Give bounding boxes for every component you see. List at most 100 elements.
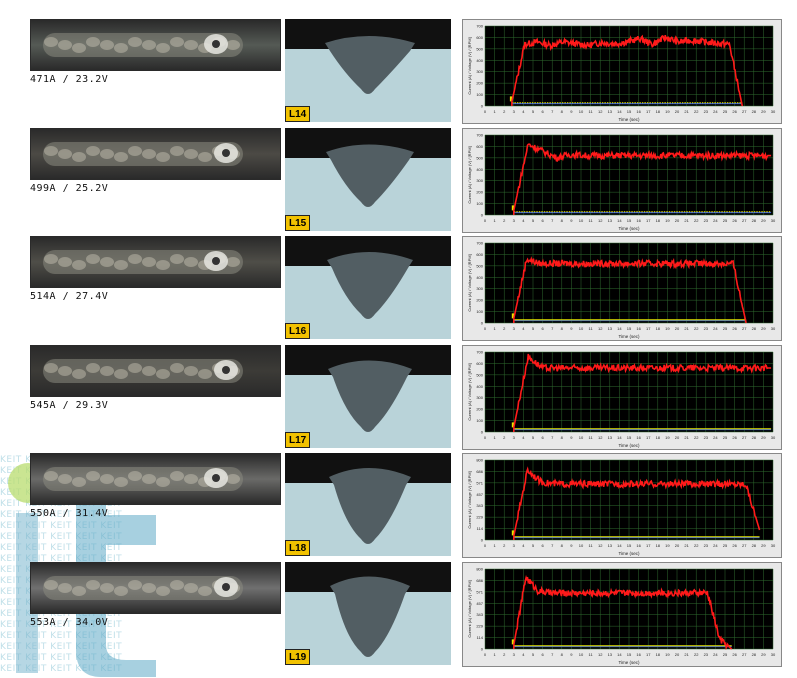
- x-tick-label: 17: [646, 326, 651, 331]
- x-axis-label: Time (sec): [618, 117, 640, 122]
- x-tick-label: 10: [579, 652, 584, 657]
- x-tick-label: 5: [532, 218, 535, 223]
- x-tick-label: 18: [656, 652, 661, 657]
- x-tick-label: 7: [551, 652, 554, 657]
- weld-macro-section: L19: [285, 562, 451, 665]
- x-tick-label: 3: [513, 652, 516, 657]
- x-tick-label: 3: [513, 218, 516, 223]
- x-tick-label: 4: [522, 326, 525, 331]
- x-tick-label: 8: [561, 109, 564, 114]
- x-axis-label: Time (sec): [618, 551, 640, 556]
- x-tick-label: 30: [771, 326, 776, 331]
- x-tick-label: 9: [570, 326, 573, 331]
- weld-parameters-caption: 499A / 25.2V: [30, 183, 109, 194]
- x-tick-label: 2: [503, 652, 506, 657]
- weld-macro-section: L17: [285, 345, 451, 448]
- y-tick-label: 400: [476, 167, 483, 172]
- x-tick-label: 18: [656, 435, 661, 440]
- y-tick-label: 600: [476, 361, 483, 366]
- x-tick-label: 24: [713, 218, 718, 223]
- x-axis-label: Time (sec): [618, 443, 640, 448]
- x-tick-label: 21: [684, 652, 689, 657]
- x-tick-label: 13: [608, 652, 613, 657]
- x-tick-label: 21: [684, 435, 689, 440]
- x-tick-label: 2: [503, 435, 506, 440]
- x-tick-label: 24: [713, 109, 718, 114]
- y-tick-label: 300: [476, 178, 483, 183]
- x-tick-label: 11: [589, 652, 594, 657]
- y-tick-label: 229: [476, 624, 483, 629]
- weld-row: 550A / 31.4V L18 0 1 2 3 4 5 6 7 8 9 10 11 12 13 14 15 16 1…: [0, 453, 797, 561]
- x-tick-label: 9: [570, 218, 573, 223]
- x-tick-label: 27: [742, 543, 747, 548]
- current-voltage-chart: 0 1 2 3 4 5 6 7 8 9 10 11 12 13 14 15 16 17 18 19 20 21 22 23 24…: [462, 128, 782, 233]
- x-tick-label: 26: [732, 218, 737, 223]
- x-axis-label: Time (sec): [618, 226, 640, 231]
- y-tick-label: 114: [477, 526, 484, 531]
- x-tick-label: 26: [732, 109, 737, 114]
- x-tick-label: 16: [636, 109, 641, 114]
- x-tick-label: 17: [646, 652, 651, 657]
- x-tick-label: 9: [570, 435, 573, 440]
- x-tick-label: 27: [742, 109, 747, 114]
- x-tick-label: 7: [551, 543, 554, 548]
- x-tick-label: 29: [761, 326, 766, 331]
- y-tick-label: 571: [476, 589, 483, 594]
- weld-row: 553A / 34.0V L19 0 1 2 3 4 5 6 7 8 9 10 11 12 13 14 15 16 1…: [0, 562, 797, 670]
- x-tick-label: 27: [742, 435, 747, 440]
- y-tick-label: 400: [476, 384, 483, 389]
- specimen-label: L17: [285, 432, 311, 448]
- x-tick-label: 8: [561, 218, 564, 223]
- x-tick-label: 6: [541, 218, 544, 223]
- x-tick-label: 7: [551, 109, 554, 114]
- x-tick-label: 12: [598, 435, 603, 440]
- y-tick-label: 700: [476, 241, 483, 246]
- weld-row: 499A / 25.2V L15 0 1 2 3 4 5 6 7 8 9 10 11 12 13 14 15 16 1…: [0, 128, 797, 236]
- x-tick-label: 12: [598, 326, 603, 331]
- x-tick-label: 10: [579, 326, 584, 331]
- x-tick-label: 19: [665, 218, 670, 223]
- x-tick-label: 30: [771, 435, 776, 440]
- y-tick-label: 100: [476, 201, 483, 206]
- x-tick-label: 16: [636, 543, 641, 548]
- x-tick-label: 12: [598, 543, 603, 548]
- y-tick-label: 700: [476, 133, 483, 138]
- x-tick-label: 22: [694, 652, 699, 657]
- x-tick-label: 29: [761, 652, 766, 657]
- x-tick-label: 12: [598, 109, 603, 114]
- x-tick-label: 23: [704, 218, 709, 223]
- x-tick-label: 17: [646, 543, 651, 548]
- weld-parameters-caption: 514A / 27.4V: [30, 291, 109, 302]
- x-tick-label: 16: [636, 652, 641, 657]
- x-tick-label: 22: [694, 435, 699, 440]
- x-tick-label: 15: [627, 218, 632, 223]
- x-tick-label: 8: [561, 326, 564, 331]
- weld-parameters-caption: 545A / 29.3V: [30, 400, 109, 411]
- x-tick-label: 24: [713, 543, 718, 548]
- x-tick-label: 11: [589, 543, 594, 548]
- x-tick-label: 16: [636, 435, 641, 440]
- y-tick-label: 200: [476, 298, 483, 303]
- weld-parameters-caption: 550A / 31.4V: [30, 508, 109, 519]
- x-tick-label: 21: [684, 218, 689, 223]
- weld-parameters-caption: 553A / 34.0V: [30, 617, 109, 628]
- x-tick-label: 10: [579, 218, 584, 223]
- y-tick-label: 500: [476, 263, 483, 268]
- x-tick-label: 6: [541, 435, 544, 440]
- y-tick-label: 600: [476, 35, 483, 40]
- x-tick-label: 14: [617, 652, 622, 657]
- x-tick-label: 11: [589, 218, 594, 223]
- x-tick-label: 20: [675, 435, 680, 440]
- y-tick-label: 500: [476, 155, 483, 160]
- x-tick-label: 29: [761, 435, 766, 440]
- x-tick-label: 26: [732, 652, 737, 657]
- x-tick-label: 28: [752, 109, 757, 114]
- x-tick-label: 23: [704, 652, 709, 657]
- y-tick-label: 200: [476, 81, 483, 86]
- x-tick-label: 20: [675, 543, 680, 548]
- x-tick-label: 13: [608, 435, 613, 440]
- x-tick-label: 7: [551, 435, 554, 440]
- x-tick-label: 24: [713, 435, 718, 440]
- y-tick-label: 300: [476, 286, 483, 291]
- x-tick-label: 4: [522, 218, 525, 223]
